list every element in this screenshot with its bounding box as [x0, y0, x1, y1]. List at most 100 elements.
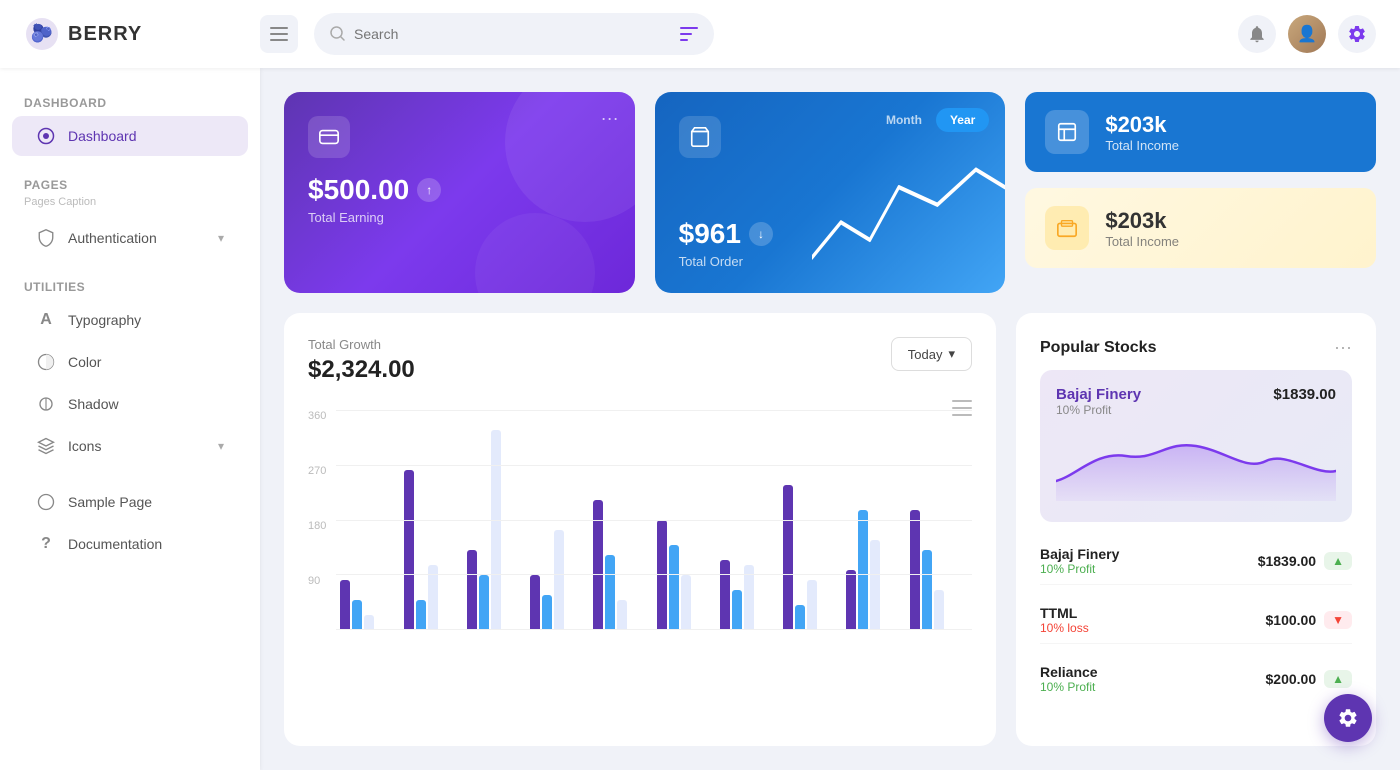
bar-3b	[479, 575, 489, 630]
sidebar-item-authentication[interactable]: Authentication ▾	[12, 218, 248, 258]
bar-7b	[732, 590, 742, 630]
bar-9c	[870, 540, 880, 630]
sidebar-section-dashboard: Dashboard	[0, 88, 260, 114]
search-bar	[314, 13, 714, 55]
month-year-toggle: Month Year	[872, 108, 989, 132]
income-card-yellow: $203k Total Income	[1025, 188, 1376, 268]
stocks-card: Popular Stocks ··· Bajaj Finery 10% Prof…	[1016, 313, 1376, 746]
charts-row: Total Growth $2,324.00 Today ▾	[284, 313, 1376, 746]
shadow-icon	[36, 394, 56, 414]
filter-icon[interactable]	[680, 27, 698, 41]
bar-chart-area: 360 270 180 90	[308, 400, 972, 722]
color-label: Color	[68, 354, 101, 370]
growth-chart-card: Total Growth $2,324.00 Today ▾	[284, 313, 996, 746]
docs-label: Documentation	[68, 536, 162, 552]
bar-group-3	[467, 430, 525, 630]
bar-group-5	[593, 500, 651, 630]
earning-amount: $500.00 ↑	[308, 174, 611, 206]
bajaj-sub: 10% Profit	[1056, 403, 1141, 417]
bar-groups	[336, 410, 972, 630]
order-card-icon	[679, 116, 721, 158]
stocks-menu-icon[interactable]: ···	[1334, 337, 1352, 358]
bar-8b	[795, 605, 805, 630]
bar-group-6	[657, 520, 715, 630]
stock-bajaj-price: $1839.00	[1258, 553, 1316, 569]
today-label: Today	[908, 347, 943, 362]
auth-chevron-icon: ▾	[218, 231, 224, 245]
fab-gear-icon	[1337, 707, 1359, 729]
sidebar-pages-caption: Pages Caption	[0, 196, 260, 216]
earning-card-menu[interactable]: ···	[601, 108, 619, 129]
bar-8a	[783, 485, 793, 630]
typography-label: Typography	[68, 312, 141, 328]
earning-card-icon	[308, 116, 350, 158]
bar-3a	[467, 550, 477, 630]
svg-text:🫐: 🫐	[31, 22, 53, 43]
stock-reliance-name: Reliance	[1040, 664, 1098, 680]
hamburger-button[interactable]	[260, 15, 298, 53]
search-icon	[330, 26, 346, 42]
sidebar-item-dashboard[interactable]: Dashboard	[12, 116, 248, 156]
y-axis: 360 270 180 90	[308, 410, 326, 630]
gear-icon	[1347, 24, 1367, 44]
sample-icon	[36, 492, 56, 512]
stock-reliance-price: $200.00	[1266, 671, 1317, 687]
sidebar-section-pages: Pages	[0, 170, 260, 196]
order-trend-icon: ↓	[749, 222, 773, 246]
stock-reliance-sub: 10% Profit	[1040, 680, 1098, 694]
y-label-180: 180	[308, 520, 326, 532]
today-button[interactable]: Today ▾	[891, 337, 972, 371]
notification-button[interactable]	[1238, 15, 1276, 53]
bar-9a	[846, 570, 856, 630]
sidebar-item-shadow[interactable]: Shadow	[12, 384, 248, 424]
y-label-270: 270	[308, 465, 326, 477]
stock-row-ttml: TTML 10% loss $100.00 ▼	[1040, 597, 1352, 644]
y-label-360: 360	[308, 410, 326, 422]
cards-row: ··· $500.00 ↑ Total Earning Month Year	[284, 92, 1376, 293]
bell-icon	[1247, 24, 1267, 44]
sidebar-item-typography[interactable]: A Typography	[12, 300, 248, 340]
search-input[interactable]	[354, 26, 672, 42]
bar-2c	[428, 565, 438, 630]
sidebar-item-sample[interactable]: Sample Page	[12, 482, 248, 522]
bar-4a	[530, 575, 540, 630]
income-yellow-icon	[1045, 206, 1089, 250]
shadow-label: Shadow	[68, 396, 119, 412]
sidebar-item-color[interactable]: Color	[12, 342, 248, 382]
bar-8c	[807, 580, 817, 630]
bar-4b	[542, 595, 552, 630]
fab-settings-button[interactable]	[1324, 694, 1372, 742]
right-info-cards: $203k Total Income $203k Total Income	[1025, 92, 1376, 293]
sidebar-dashboard-label: Dashboard	[68, 128, 137, 144]
bar-10a	[910, 510, 920, 630]
income-yellow-label: Total Income	[1105, 234, 1179, 249]
stocks-title: Popular Stocks	[1040, 339, 1156, 357]
docs-icon: ?	[36, 534, 56, 554]
stock-ttml-badge: ▼	[1324, 611, 1352, 629]
stock-reliance-badge: ▲	[1324, 670, 1352, 688]
bar-5b	[605, 555, 615, 630]
bar-1b	[352, 600, 362, 630]
bars-container	[336, 410, 972, 630]
bar-2b	[416, 600, 426, 630]
bar-group-10	[910, 510, 968, 630]
month-toggle-button[interactable]: Month	[872, 108, 936, 132]
avatar[interactable]: 👤	[1288, 15, 1326, 53]
bar-7a	[720, 560, 730, 630]
settings-button[interactable]	[1338, 15, 1376, 53]
sidebar-item-icons[interactable]: Icons ▾	[12, 426, 248, 466]
growth-title: Total Growth	[308, 337, 415, 352]
app-header: 🫐 BERRY 👤	[0, 0, 1400, 68]
bar-7c	[744, 565, 754, 630]
icons-chevron-icon: ▾	[218, 439, 224, 453]
bar-5a	[593, 500, 603, 630]
bar-group-4	[530, 530, 588, 630]
color-icon	[36, 352, 56, 372]
auth-icon	[36, 228, 56, 248]
auth-label: Authentication	[68, 230, 157, 246]
year-toggle-button[interactable]: Year	[936, 108, 989, 132]
bar-6c	[681, 575, 691, 630]
bar-2a	[404, 470, 414, 630]
bar-10b	[922, 550, 932, 630]
sidebar-item-docs[interactable]: ? Documentation	[12, 524, 248, 564]
